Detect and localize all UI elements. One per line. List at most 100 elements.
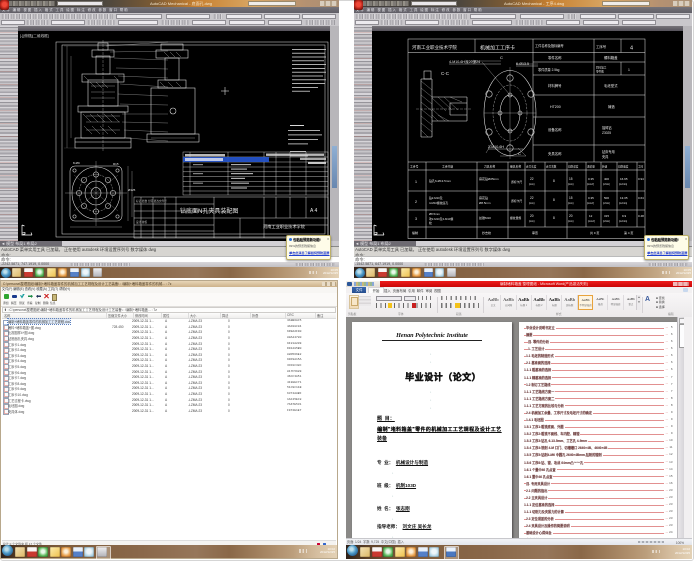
svg-text:500: 500 xyxy=(604,196,609,200)
svg-text:麻花钻: 麻花钻 xyxy=(479,195,488,200)
svg-text:0.94: 0.94 xyxy=(638,177,644,181)
svg-text:4-M10螺纹底孔: 4-M10螺纹底孔 xyxy=(429,201,448,205)
svg-text:8-Ø9: 8-Ø9 xyxy=(73,161,80,165)
svg-text:3: 3 xyxy=(415,217,417,221)
svg-text:R15: R15 xyxy=(113,162,119,166)
svg-text:(r/min): (r/min) xyxy=(603,202,610,205)
svg-text:游标卡尺: 游标卡尺 xyxy=(511,180,522,184)
svg-text:工件名称及指标编号: 工件名称及指标编号 xyxy=(535,43,564,48)
svg-text:16.95: 16.95 xyxy=(620,177,628,181)
svg-text:(mm): (mm) xyxy=(568,220,574,223)
svg-text:2-M10-6H: 2-M10-6H xyxy=(488,145,504,149)
svg-text:22: 22 xyxy=(530,177,534,181)
svg-text:工步内容: 工步内容 xyxy=(442,165,453,169)
svg-text:河南工业职业技术学院: 河南工业职业技术学院 xyxy=(263,223,306,230)
svg-text:攻2-M10及4-M10螺: 攻2-M10及4-M10螺 xyxy=(429,217,453,221)
svg-text:刀具名称: 刀具名称 xyxy=(484,165,495,169)
svg-text:(mm/r): (mm/r) xyxy=(587,183,594,186)
svg-text:钻床专用: 钻床专用 xyxy=(602,149,615,154)
svg-text:1: 1 xyxy=(628,68,630,72)
svg-text:20: 20 xyxy=(569,214,573,218)
svg-text:钻底面N孔夹具装配图: 钻底面N孔夹具装配图 xyxy=(180,207,238,215)
svg-text:机械加工工序卡: 机械加工工序卡 xyxy=(480,45,515,52)
svg-text:HT200: HT200 xyxy=(550,105,561,109)
svg-text:9.9: 9.9 xyxy=(622,214,627,218)
svg-text:钻孔6-Ø13.5mm: 钻孔6-Ø13.5mm xyxy=(429,178,451,183)
svg-text:麻花钻Ø25mm: 麻花钻Ø25mm xyxy=(479,176,499,181)
svg-text:零件数: 零件数 xyxy=(596,70,604,74)
svg-text:材料牌号: 材料牌号 xyxy=(548,83,562,88)
svg-text:A 4: A 4 xyxy=(310,208,317,214)
svg-text:15: 15 xyxy=(569,177,573,181)
svg-text:抄去校: 抄去校 xyxy=(482,230,491,235)
svg-text:标记 处数 分区 更改文件号: 标记 处数 分区 更改文件号 xyxy=(136,199,167,203)
svg-text:20: 20 xyxy=(530,214,534,218)
svg-text:工序号: 工序号 xyxy=(596,44,607,49)
svg-text:走刀长度: 走刀长度 xyxy=(526,165,537,169)
svg-text:切削深度: 切削深度 xyxy=(568,165,579,169)
svg-text:(mm): (mm) xyxy=(568,183,574,186)
svg-text:铸造: 铸造 xyxy=(608,104,615,109)
svg-text:走刀次数: 走刀次数 xyxy=(546,165,557,169)
svg-text:河南工业职业技术学院: 河南工业职业技术学院 xyxy=(412,44,457,51)
svg-text:摇臂钻: 摇臂钻 xyxy=(602,125,612,130)
svg-text:(mm/r): (mm/r) xyxy=(588,220,595,223)
svg-text:0.48: 0.48 xyxy=(638,214,644,218)
svg-text:(mm): (mm) xyxy=(529,183,535,186)
svg-text:Ø125: Ø125 xyxy=(128,188,136,192)
svg-text:0.35: 0.35 xyxy=(588,177,594,181)
svg-text:4: 4 xyxy=(630,46,633,52)
svg-text:Ø8.5mm: Ø8.5mm xyxy=(429,212,440,216)
svg-text:编制: 编制 xyxy=(412,230,418,235)
svg-text:6-Ø13.5: 6-Ø13.5 xyxy=(516,62,529,66)
svg-text:(mm/r): (mm/r) xyxy=(587,202,594,205)
svg-text:审查: 审查 xyxy=(532,230,538,235)
svg-text:量具名称: 量具名称 xyxy=(510,165,521,169)
svg-text:(mm): (mm) xyxy=(529,220,535,223)
svg-text:(m/min): (m/min) xyxy=(619,202,627,205)
svg-text:(m/min): (m/min) xyxy=(619,220,627,223)
svg-text:C: C xyxy=(518,151,521,156)
svg-text:螺料箱盖: 螺料箱盖 xyxy=(604,55,618,60)
svg-text:零件名称: 零件名称 xyxy=(548,55,562,60)
svg-text:同时加工: 同时加工 xyxy=(596,66,607,70)
svg-text:C-C: C-C xyxy=(441,71,450,76)
svg-text:切削速度: 切削速度 xyxy=(618,165,629,169)
svg-text:Ø8.5mm: Ø8.5mm xyxy=(479,201,491,205)
svg-text:螺纹量规: 螺纹量规 xyxy=(510,216,521,220)
svg-text:[-][俯视][二维线框]: [-][俯视][二维线框] xyxy=(20,33,49,38)
svg-text:22: 22 xyxy=(530,196,534,200)
svg-text:C: C xyxy=(500,55,503,60)
svg-text:Z3025: Z3025 xyxy=(602,131,611,135)
svg-text:丝锥M10: 丝锥M10 xyxy=(479,215,491,220)
svg-text:夹具名称: 夹具名称 xyxy=(548,151,562,156)
svg-text:(r/min): (r/min) xyxy=(603,183,610,186)
svg-text:游标卡尺: 游标卡尺 xyxy=(511,199,522,203)
svg-text:工步号: 工步号 xyxy=(410,165,419,169)
svg-text:8: 8 xyxy=(553,179,555,183)
svg-text:4-M10-6H深20深24: 4-M10-6H深20深24 xyxy=(449,59,480,64)
svg-text:12: 12 xyxy=(589,214,593,218)
svg-text:0.35: 0.35 xyxy=(588,196,594,200)
svg-text:转速: 转速 xyxy=(602,165,608,169)
svg-text:第 4 页: 第 4 页 xyxy=(624,230,633,235)
svg-text:(mm): (mm) xyxy=(529,202,535,205)
svg-text:零件质量 2.5kg: 零件质量 2.5kg xyxy=(538,67,560,72)
svg-text:(m/min): (m/min) xyxy=(619,183,627,186)
svg-text:共 9 页: 共 9 页 xyxy=(590,230,599,235)
svg-text:8: 8 xyxy=(553,198,555,202)
svg-text:工时: 工时 xyxy=(638,165,644,169)
svg-text:1: 1 xyxy=(415,180,417,184)
svg-text:夹具: 夹具 xyxy=(602,154,609,159)
svg-text:(r/min): (r/min) xyxy=(603,220,610,223)
svg-text:钻2-M10及: 钻2-M10及 xyxy=(429,196,443,200)
svg-text:进给量: 进给量 xyxy=(587,165,595,169)
svg-text:设计 校核: 设计 校核 xyxy=(136,220,148,224)
svg-text:13.35: 13.35 xyxy=(620,196,628,200)
svg-text:纹: 纹 xyxy=(429,221,432,225)
svg-text:0.64: 0.64 xyxy=(638,196,644,200)
svg-text:(mm): (mm) xyxy=(568,202,574,205)
svg-text:毛坯型式: 毛坯型式 xyxy=(604,83,618,88)
svg-text:设备名称: 设备名称 xyxy=(548,127,562,132)
svg-text:2: 2 xyxy=(415,200,417,204)
